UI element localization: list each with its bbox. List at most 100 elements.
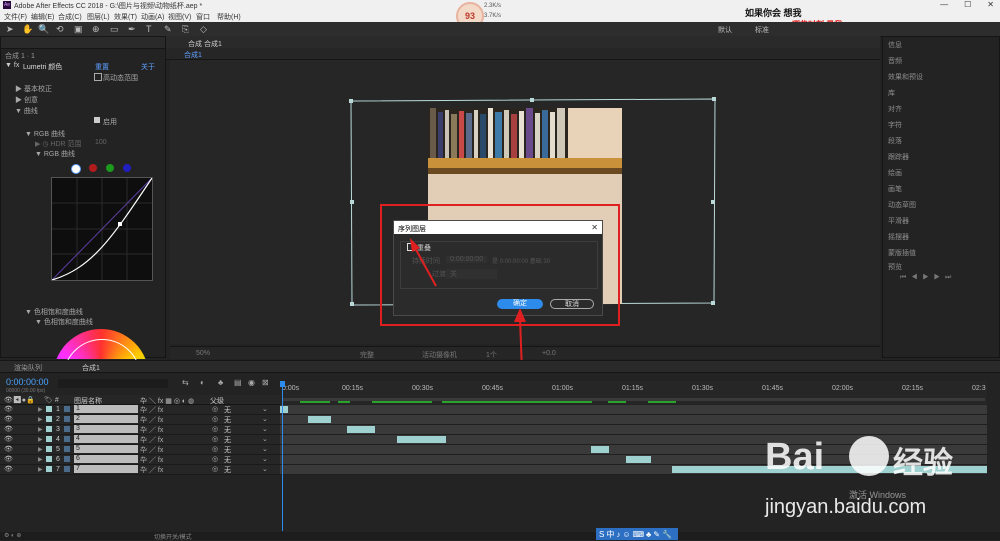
layer-switches[interactable]: 卆 ／ fx — [140, 425, 163, 435]
visibility-icon[interactable]: 👁 — [4, 465, 13, 473]
rgb-curves-sub-section[interactable]: ▼ RGB 曲线 — [35, 149, 75, 159]
red-channel-dot[interactable] — [89, 164, 97, 172]
layer-row[interactable]: 👁 ▶ 3 3 卆 ／ fx ◎ 无 ⌄ — [0, 425, 280, 435]
parent-select[interactable]: 无 — [224, 465, 231, 475]
layer-row[interactable]: 👁 ▶ 6 6 卆 ／ fx ◎ 无 ⌄ — [0, 455, 280, 465]
playhead-handle[interactable] — [280, 381, 285, 387]
track-row[interactable] — [280, 425, 987, 435]
rgb-curves-section[interactable]: ▼ RGB 曲线 — [25, 129, 65, 139]
expand-arrow-icon[interactable]: ▶ — [38, 436, 43, 443]
parent-dropdown-icon[interactable]: ⌄ — [262, 435, 268, 443]
hue-sat-sub-section[interactable]: ▼ 色相饱和度曲线 — [35, 317, 93, 327]
expand-arrow-icon[interactable]: ▶ — [38, 466, 43, 473]
panel-motion-sketch[interactable]: 动态草图 — [888, 200, 916, 210]
exposure-value[interactable]: +0.0 — [542, 350, 556, 357]
panel-smoother[interactable]: 平滑器 — [888, 216, 909, 226]
panel-preview[interactable]: 预览 — [888, 262, 902, 272]
graph-editor-icon[interactable]: ⊠ — [262, 378, 269, 387]
visibility-icon[interactable]: 👁 — [4, 415, 13, 423]
layer-duration-bar[interactable] — [308, 416, 331, 423]
hand-tool-icon[interactable]: ✋ — [22, 24, 33, 35]
workspace-standard[interactable]: 标准 — [755, 25, 769, 35]
hue-sat-section[interactable]: ▼ 色相饱和度曲线 — [25, 307, 83, 317]
parent-pickwhip-icon[interactable]: ◎ — [212, 465, 218, 473]
comp-flow-icon[interactable]: ⇆ — [182, 378, 189, 387]
label-color-swatch[interactable] — [46, 466, 52, 472]
layer-switches[interactable]: 卆 ／ fx — [140, 435, 163, 445]
zoom-select[interactable]: 50% — [196, 350, 210, 357]
layer-switches[interactable]: 卆 ／ fx — [140, 455, 163, 465]
panel-align[interactable]: 对齐 — [888, 104, 902, 114]
selection-tool-icon[interactable]: ➤ — [6, 24, 14, 35]
reset-link[interactable]: 重置 — [95, 62, 109, 72]
label-color-swatch[interactable] — [46, 406, 52, 412]
quality-select[interactable]: 完整 — [360, 350, 374, 360]
label-color-swatch[interactable] — [46, 436, 52, 442]
frame-blend-icon[interactable]: ▤ — [234, 378, 242, 387]
layer-row[interactable]: 👁 ▶ 7 7 卆 ／ fx ◎ 无 ⌄ — [0, 465, 280, 475]
green-channel-dot[interactable] — [106, 164, 114, 172]
layer-duration-bar[interactable] — [397, 436, 446, 443]
panel-mask-interp[interactable]: 蒙版插值 — [888, 248, 916, 258]
eraser-tool-icon[interactable]: ◇ — [200, 24, 207, 35]
label-color-swatch[interactable] — [46, 416, 52, 422]
time-ruler[interactable]: 0:00s 00:15s 00:30s 00:45s 01:00s 01:15s… — [280, 381, 987, 404]
panel-effects-presets[interactable]: 效果和预设 — [888, 72, 923, 82]
basic-correction-section[interactable]: ▶ 基本校正 — [15, 84, 52, 94]
parent-select[interactable]: 无 — [224, 455, 231, 465]
comp-subtab[interactable]: 合成1 — [184, 50, 202, 60]
menu-edit[interactable]: 编辑(E) — [31, 12, 54, 22]
curve-graph[interactable] — [51, 177, 153, 281]
layer-name[interactable]: 6 — [74, 455, 138, 463]
layer-name[interactable]: 3 — [74, 425, 138, 433]
parent-dropdown-icon[interactable]: ⌄ — [262, 455, 268, 463]
visibility-icon[interactable]: 👁 — [4, 405, 13, 413]
track-row[interactable] — [280, 405, 987, 415]
motion-blur-icon[interactable]: ◉ — [248, 378, 255, 387]
rectangle-tool-icon[interactable]: ▭ — [110, 24, 119, 35]
menu-window[interactable]: 窗口 — [196, 12, 210, 22]
panel-info[interactable]: 信息 — [888, 40, 902, 50]
creative-section[interactable]: ▶ 创意 — [15, 95, 38, 105]
menu-effect[interactable]: 效果(T) — [114, 12, 137, 22]
text-tool-icon[interactable]: T — [146, 24, 152, 34]
layer-row[interactable]: 👁 ▶ 2 2 卆 ／ fx ◎ 无 ⌄ — [0, 415, 280, 425]
pen-tool-icon[interactable]: ✒ — [128, 24, 136, 35]
panel-brushes[interactable]: 画笔 — [888, 184, 902, 194]
layer-row[interactable]: 👁 ▶ 1 1 卆 ／ fx ◎ 无 ⌄ — [0, 405, 280, 415]
layer-name[interactable]: 1 — [74, 405, 138, 413]
layer-row[interactable]: 👁 ▶ 5 5 卆 ／ fx ◎ 无 ⌄ — [0, 445, 280, 455]
visibility-icon[interactable]: 👁 — [4, 455, 13, 463]
timeline-search-input[interactable] — [58, 379, 168, 388]
parent-select[interactable]: 无 — [224, 445, 231, 455]
blue-channel-dot[interactable] — [123, 164, 131, 172]
track-row[interactable] — [280, 415, 987, 425]
render-queue-tab[interactable]: 渲染队列 — [14, 363, 42, 373]
parent-select[interactable]: 无 — [224, 405, 231, 415]
menu-help[interactable]: 帮助(H) — [217, 12, 241, 22]
parent-select[interactable]: 无 — [224, 415, 231, 425]
layer-name[interactable]: 5 — [74, 445, 138, 453]
menu-layer[interactable]: 图层(L) — [87, 12, 110, 22]
white-channel-dot[interactable] — [71, 164, 81, 174]
shy-icon[interactable]: ♣ — [218, 378, 223, 387]
comp1-tab[interactable]: 合成1 — [82, 363, 100, 373]
panel-wiggler[interactable]: 摇摆器 — [888, 232, 909, 242]
panel-audio[interactable]: 音频 — [888, 56, 902, 66]
panel-paint[interactable]: 绘画 — [888, 168, 902, 178]
parent-select[interactable]: 无 — [224, 435, 231, 445]
draft-3d-icon[interactable]: ◐ — [200, 378, 205, 387]
parent-pickwhip-icon[interactable]: ◎ — [212, 415, 218, 423]
menu-view[interactable]: 视图(V) — [168, 12, 191, 22]
panel-paragraph[interactable]: 段落 — [888, 136, 902, 146]
parent-pickwhip-icon[interactable]: ◎ — [212, 445, 218, 453]
label-color-swatch[interactable] — [46, 456, 52, 462]
layer-name[interactable]: 4 — [74, 435, 138, 443]
expand-arrow-icon[interactable]: ▶ — [38, 426, 43, 433]
preview-transport-icons[interactable]: ⏮◀▶▶⏭ — [900, 274, 980, 282]
parent-dropdown-icon[interactable]: ⌄ — [262, 425, 268, 433]
visibility-icon[interactable]: 👁 — [4, 445, 13, 453]
parent-dropdown-icon[interactable]: ⌄ — [262, 405, 268, 413]
panel-library[interactable]: 库 — [888, 88, 895, 98]
menu-file[interactable]: 文件(F) — [4, 12, 27, 22]
